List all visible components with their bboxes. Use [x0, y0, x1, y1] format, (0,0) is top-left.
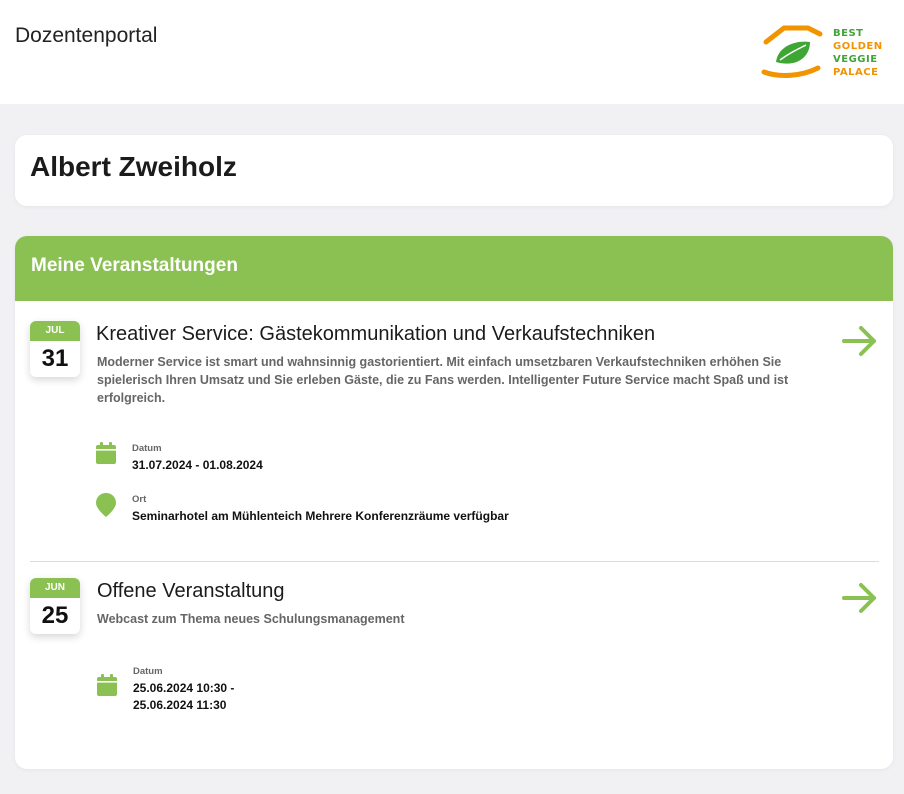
date-label: Datum: [133, 666, 163, 677]
profile-card: Albert Zweiholz: [15, 135, 893, 206]
events-header: Meine Veranstaltungen: [15, 236, 893, 301]
date-value-start: 25.06.2024 10:30 -: [133, 681, 235, 695]
event-day: 31: [41, 345, 69, 372]
date-value-end: 25.06.2024 11:30: [133, 698, 227, 712]
events-title: Meine Veranstaltungen: [31, 255, 238, 276]
event-date-badge: JUN 25: [30, 578, 80, 634]
event-day: 25: [41, 602, 69, 629]
events-card: Meine Veranstaltungen JUL 31 Kreativer S…: [15, 236, 893, 769]
event-title[interactable]: Kreativer Service: Gästekommunikation un…: [96, 323, 655, 346]
event-description: Webcast zum Thema neues Schulungsmanagem…: [97, 612, 405, 626]
logo-word-golden: GOLDEN: [833, 41, 883, 52]
open-event-arrow-icon[interactable]: [841, 325, 879, 357]
event-description: Moderner Service ist smart und wahnsinni…: [97, 355, 789, 405]
open-event-arrow-icon[interactable]: [841, 582, 879, 614]
lecturer-name: Albert Zweiholz: [30, 151, 237, 182]
calendar-icon: [96, 673, 118, 697]
logo-text: BEST GOLDEN VEGGIE PALACE: [833, 27, 883, 79]
date-value: 31.07.2024 - 01.08.2024: [132, 458, 263, 472]
calendar-icon: [95, 441, 117, 465]
location-label: Ort: [132, 494, 147, 505]
location-value: Seminarhotel am Mühlenteich Mehrere Konf…: [132, 509, 509, 523]
top-header: Dozentenportal BEST GOLDEN VEGGIE PALACE: [0, 0, 904, 104]
event-title[interactable]: Offene Veranstaltung: [97, 580, 285, 603]
logo-word-best: BEST: [833, 28, 864, 39]
brand-logo[interactable]: BEST GOLDEN VEGGIE PALACE: [760, 20, 890, 84]
event-date-badge: JUL 31: [30, 321, 80, 377]
logo-mark-icon: [761, 25, 823, 78]
event-divider: [30, 561, 879, 562]
date-label: Datum: [132, 443, 162, 454]
map-pin-icon: [95, 492, 117, 517]
event-month: JUL: [30, 321, 80, 341]
event-month: JUN: [30, 578, 80, 598]
logo-word-palace: PALACE: [833, 67, 879, 78]
portal-title: Dozentenportal: [15, 24, 158, 47]
logo-word-veggie: VEGGIE: [833, 54, 878, 65]
